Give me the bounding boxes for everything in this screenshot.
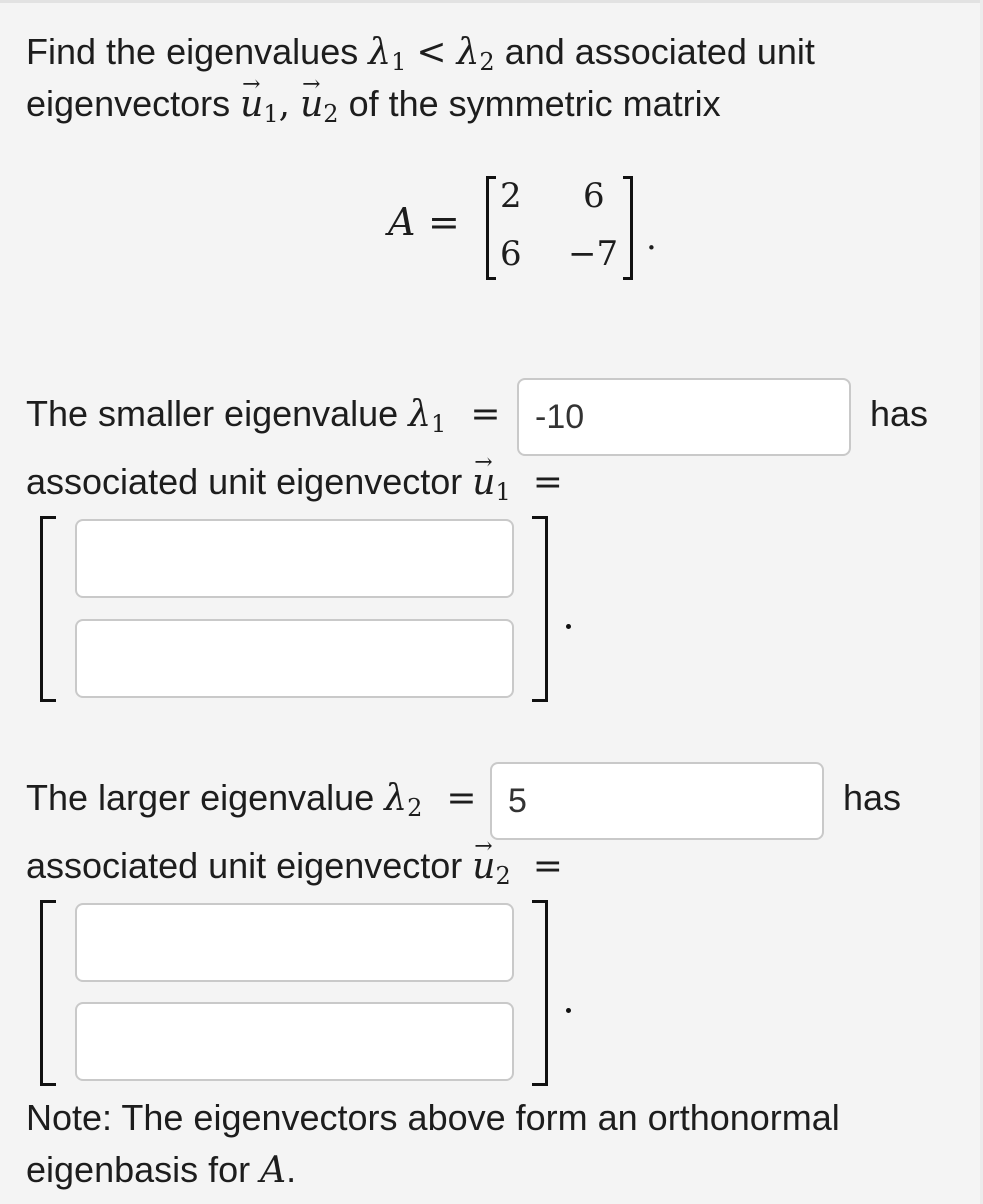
matrix-bracket-right (623, 176, 633, 280)
note-line-2: eigenbasis for A. (26, 1149, 297, 1191)
u1-period (566, 624, 571, 629)
q2-has: has (843, 777, 902, 818)
u1-bracket-right (532, 516, 548, 702)
q2-prompt: The larger eigenvalue λ2 = (26, 777, 477, 822)
u1-bracket-left (40, 516, 56, 702)
q2-assoc: associated unit eigenvector u2 = (26, 821, 563, 902)
lambda2-input[interactable] (490, 762, 824, 840)
note-line-1: Note: The eigenvectors above form an ort… (26, 1097, 840, 1138)
top-border (0, 0, 983, 3)
u2-bracket-right (532, 900, 548, 1086)
q1-assoc: associated unit eigenvector u1 = (26, 437, 563, 518)
q1-prompt: The smaller eigenvalue λ1 = (26, 393, 501, 438)
u1-component-1-input[interactable] (75, 519, 514, 598)
matrix-bracket-left (486, 176, 496, 280)
u2-component-1-input[interactable] (75, 903, 514, 982)
u1-component-2-input[interactable] (75, 619, 514, 698)
q1-has: has (870, 393, 929, 434)
u2-bracket-left (40, 900, 56, 1086)
u2-period (566, 1008, 571, 1013)
intro-line-2: eigenvectors u1, u2 of the symmetric mat… (26, 59, 721, 140)
u2-component-2-input[interactable] (75, 1002, 514, 1081)
lambda1-input[interactable] (517, 378, 851, 456)
